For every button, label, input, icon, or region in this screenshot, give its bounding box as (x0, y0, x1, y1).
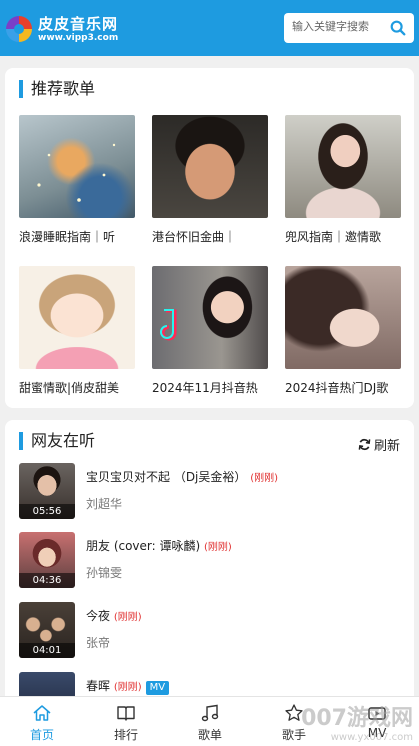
nav-mv[interactable]: MV (335, 697, 419, 746)
section-title: 推荐歌单 (19, 80, 95, 98)
playlist-card[interactable]: 浪漫睡眠指南｜听 (19, 115, 135, 245)
music-note-icon (201, 704, 219, 722)
playlist-name[interactable]: 兜风指南｜邀情歌 (285, 228, 401, 245)
song-duration: 04:36 (19, 573, 75, 588)
now-tag: (刚刚) (204, 542, 232, 553)
song-artist[interactable]: 孙锦雯 (86, 564, 122, 581)
song-title-text[interactable]: 宝贝宝贝对不起 （Dj吴金裕） (86, 470, 246, 484)
song-item[interactable]: 04:36 朋友 (cover: 谭咏麟) (刚刚) 孙锦雯 (19, 532, 401, 588)
recommend-section: 推荐歌单 浪漫睡眠指南｜听 港台怀旧金曲｜ 兜风指南｜邀情歌 甜蜜情歌|俏皮甜美… (5, 68, 414, 408)
nav-home[interactable]: 首页 (0, 697, 84, 746)
nav-rank[interactable]: 排行 (84, 697, 168, 746)
search-box[interactable] (284, 13, 414, 43)
now-tag: (刚刚) (113, 612, 142, 623)
search-icon[interactable] (389, 19, 407, 37)
playlist-card[interactable]: 港台怀旧金曲｜ (152, 115, 268, 245)
nav-label: 歌手 (281, 728, 306, 742)
nav-label: 歌单 (197, 728, 222, 742)
song-cover[interactable]: 05:56 (19, 463, 75, 519)
playlist-card[interactable]: 甜蜜情歌|俏皮甜美 (19, 266, 135, 396)
sparkles-icon (37, 143, 116, 202)
song-cover[interactable]: 04:01 (19, 602, 75, 658)
song-artist[interactable]: 张帝 (86, 634, 110, 651)
playlist-cover[interactable] (285, 266, 401, 369)
song-title-text[interactable]: 春晖 (86, 679, 110, 693)
song-title[interactable]: 春晖 (刚刚) MV (86, 677, 170, 695)
song-item[interactable]: 05:56 宝贝宝贝对不起 （Dj吴金裕） (刚刚) 刘超华 (19, 463, 401, 519)
song-title[interactable]: 朋友 (cover: 谭咏麟) (刚刚) (86, 537, 232, 554)
playlist-cover[interactable] (152, 266, 268, 369)
nav-playlist[interactable]: 歌单 (168, 697, 252, 746)
song-title[interactable]: 今夜 (刚刚) (86, 607, 142, 624)
song-title[interactable]: 宝贝宝贝对不起 （Dj吴金裕） (刚刚) (86, 468, 278, 485)
song-artist[interactable]: 刘超华 (86, 495, 122, 512)
nav-label: 排行 (113, 728, 138, 742)
book-icon (117, 706, 135, 721)
playlist-name[interactable]: 港台怀旧金曲｜ (152, 228, 268, 245)
playlist-cover[interactable] (19, 115, 135, 218)
logo-icon[interactable] (6, 16, 32, 42)
now-tag: (刚刚) (250, 473, 279, 484)
tiktok-logo-icon (160, 309, 177, 341)
section-title: 网友在听 (19, 432, 95, 450)
site-url: www.vipp3.com (38, 33, 119, 43)
bottom-nav: 首页 排行 歌单 歌手 MV (0, 696, 419, 746)
song-duration: 05:56 (19, 504, 75, 519)
playlist-name[interactable]: 2024年11月抖音热 (152, 379, 268, 396)
nav-singer[interactable]: 歌手 (252, 697, 336, 746)
playlist-card[interactable]: 2024年11月抖音热 (152, 266, 268, 396)
refresh-icon (358, 438, 371, 451)
playlist-card[interactable]: 兜风指南｜邀情歌 (285, 115, 401, 245)
playlist-name[interactable]: 甜蜜情歌|俏皮甜美 (19, 379, 135, 396)
playlist-card[interactable]: 2024抖音热门DJ歌 (285, 266, 401, 396)
app-header: 皮皮音乐网 www.vipp3.com (0, 0, 419, 56)
playlist-cover[interactable] (19, 266, 135, 369)
song-cover[interactable]: 04:36 (19, 532, 75, 588)
mv-badge[interactable]: MV (145, 681, 170, 695)
playlist-name[interactable]: 2024抖音热门DJ歌 (285, 379, 401, 396)
nav-label: 首页 (29, 728, 54, 742)
refresh-label: 刷新 (373, 439, 400, 454)
playlist-name[interactable]: 浪漫睡眠指南｜听 (19, 228, 135, 245)
song-title-text[interactable]: 今夜 (86, 609, 110, 623)
song-duration: 04:01 (19, 643, 75, 658)
now-tag: (刚刚) (113, 682, 142, 693)
song-title-text[interactable]: 朋友 (cover: 谭咏麟) (86, 539, 200, 553)
home-icon (33, 705, 51, 721)
refresh-button[interactable]: 刷新 (358, 435, 400, 454)
search-input[interactable] (292, 20, 388, 33)
nav-label: MV (367, 726, 387, 740)
site-title[interactable]: 皮皮音乐网 (38, 13, 118, 34)
playlist-cover[interactable] (285, 115, 401, 218)
song-item[interactable]: 04:01 今夜 (刚刚) 张帝 (19, 602, 401, 658)
listening-section: 网友在听 刷新 05:56 宝贝宝贝对不起 （Dj吴金裕） (刚刚) 刘超华 0… (5, 420, 414, 710)
video-icon (368, 707, 386, 720)
star-icon (285, 704, 303, 721)
playlist-cover[interactable] (152, 115, 268, 218)
